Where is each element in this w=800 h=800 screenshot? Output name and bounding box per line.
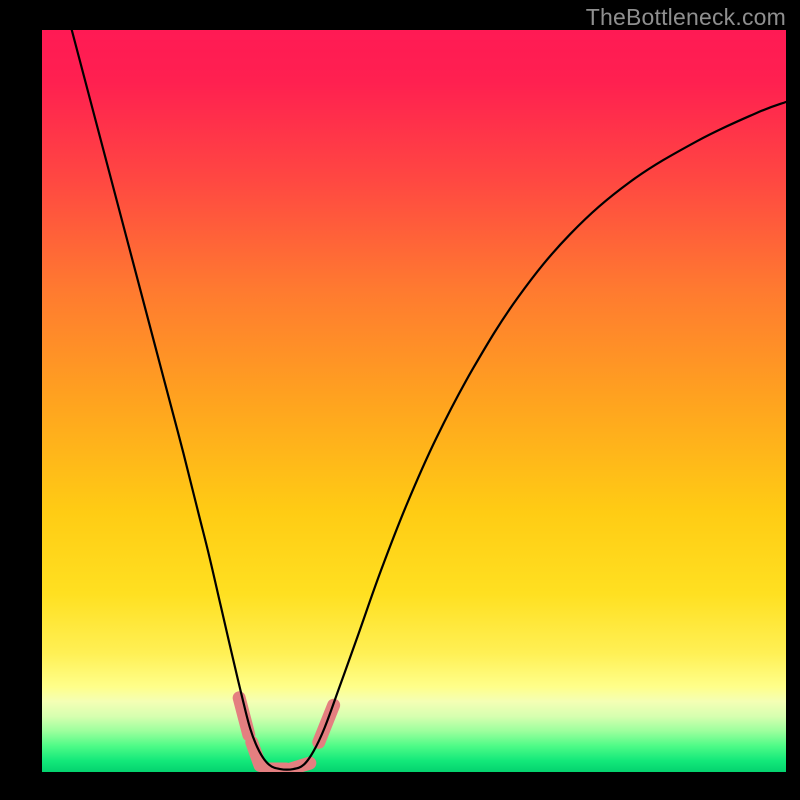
chart-frame: TheBottleneck.com: [0, 0, 800, 800]
chart-svg: [42, 30, 786, 772]
plot-area: [42, 30, 786, 772]
bottleneck-curve: [72, 30, 786, 770]
watermark-text: TheBottleneck.com: [586, 4, 786, 31]
marker-layer: [239, 698, 333, 769]
